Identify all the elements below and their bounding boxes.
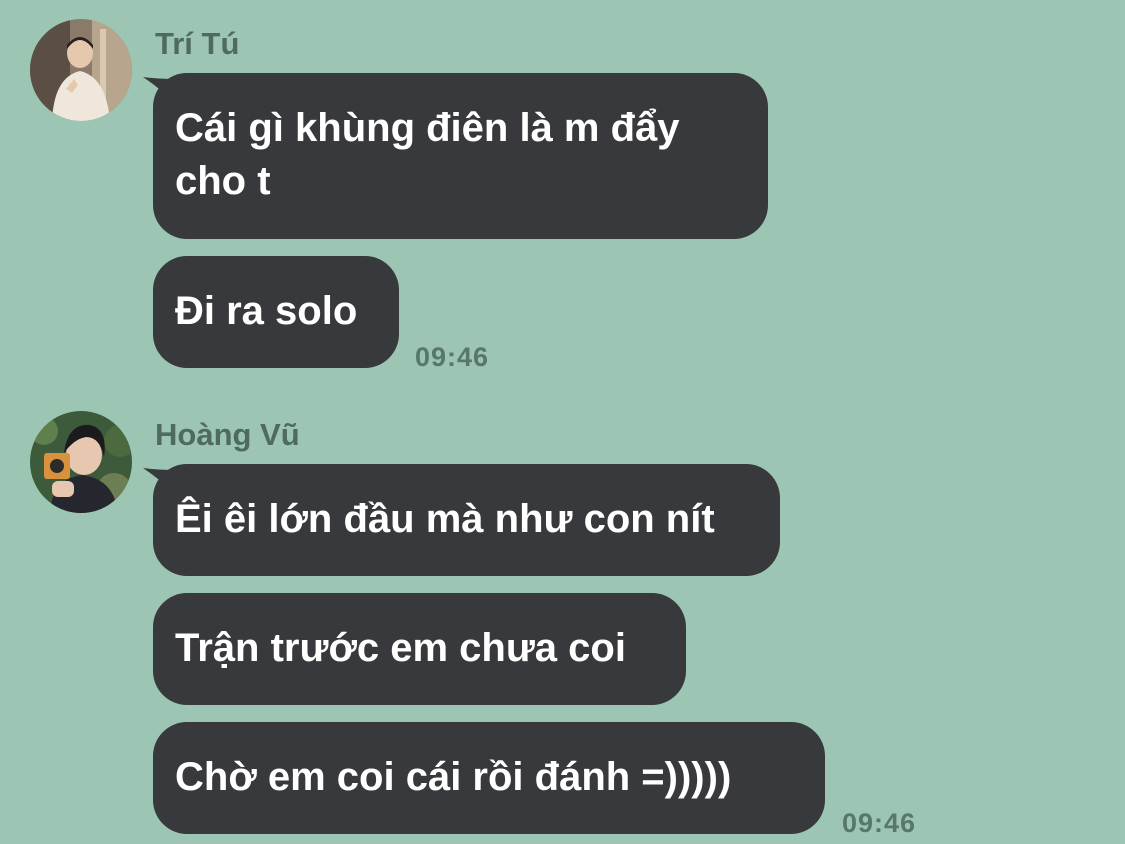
message-text: Chờ em coi cái rồi đánh =))))) — [175, 755, 732, 799]
message-bubble[interactable]: Trận trước em chưa coi — [153, 593, 686, 705]
profile-photo-icon — [30, 19, 132, 121]
message-bubble[interactable]: Chờ em coi cái rồi đánh =))))) — [153, 722, 825, 834]
avatar-tri-tu[interactable] — [30, 19, 132, 121]
message-timestamp: 09:46 — [842, 808, 917, 838]
sender-name: Hoàng Vũ — [155, 417, 300, 452]
message-bubble[interactable]: Đi ra solo — [153, 256, 399, 368]
bubble-tail — [143, 75, 177, 105]
message-bubble[interactable]: Êi êi lớn đầu mà như con nít — [143, 464, 780, 576]
bubble-tail — [143, 466, 177, 496]
message-text: Trận trước em chưa coi — [175, 626, 626, 670]
message-text: Cái gì khùng điên là m đẩy cho t — [175, 106, 680, 203]
chat-message-list[interactable]: Trí Tú Cái gì khùng điên là m đẩy cho t … — [0, 0, 1125, 844]
message-bubble[interactable]: Cái gì khùng điên là m đẩy cho t — [143, 73, 768, 239]
message-timestamp: 09:46 — [415, 342, 490, 372]
avatar-hoang-vu[interactable] — [30, 411, 132, 513]
message-text: Đi ra solo — [175, 289, 358, 333]
sender-name: Trí Tú — [155, 26, 240, 61]
profile-photo-icon — [30, 411, 132, 513]
message-text: Êi êi lớn đầu mà như con nít — [175, 497, 715, 541]
